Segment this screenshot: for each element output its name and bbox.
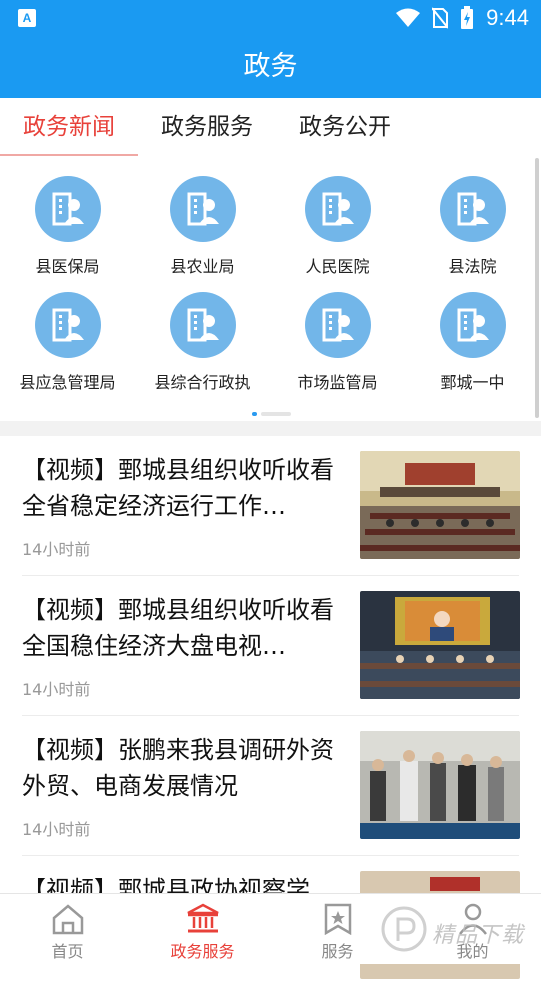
watermark-logo-icon [381, 906, 427, 952]
tab-gov-news[interactable]: 政务新闻 [0, 98, 138, 154]
dept-item[interactable]: 人民医院 [270, 176, 405, 277]
news-title: 【视频】鄄城县组织收听收看全省稳定经济运行工作… [22, 456, 334, 520]
dept-item[interactable]: 县农业局 [135, 176, 270, 277]
news-title: 【视频】张鹏来我县调研外资外贸、电商发展情况 [22, 736, 334, 800]
app-notification-icon: A [18, 9, 36, 27]
no-sim-icon [432, 7, 449, 29]
page-title: 政务 [0, 36, 541, 98]
nav-label: 首页 [51, 942, 84, 961]
news-time: 14小时前 [22, 540, 91, 559]
nav-home[interactable]: 首页 [0, 894, 135, 964]
tab-gov-services[interactable]: 政务服务 [138, 98, 276, 154]
news-time: 14小时前 [22, 680, 91, 699]
department-icon [169, 176, 236, 242]
status-time: 9:44 [486, 5, 529, 30]
nav-label: 政务服务 [170, 942, 235, 961]
dept-item[interactable]: 鄄城一中 [405, 292, 540, 393]
department-icon [304, 176, 371, 242]
tab-gov-public[interactable]: 政务公开 [276, 98, 414, 154]
dept-item[interactable]: 县医保局 [0, 176, 135, 277]
department-icon [304, 292, 371, 358]
department-icon [439, 292, 506, 358]
dept-item[interactable]: 市场监管局 [270, 292, 405, 393]
dept-label: 鄄城一中 [440, 373, 505, 392]
page-indicator [252, 412, 292, 416]
watermark: 精品下载 [380, 903, 540, 959]
home-icon [52, 904, 83, 935]
dept-item[interactable]: 县综合行政执 [135, 292, 270, 393]
dept-label: 人民医院 [305, 257, 370, 276]
tab-bar: 政务新闻 政务服务 政务公开 [0, 98, 541, 156]
dept-label: 县法院 [448, 257, 497, 276]
news-item[interactable]: 【视频】张鹏来我县调研外资外贸、电商发展情况 14小时前 [0, 716, 541, 856]
news-thumbnail [360, 451, 520, 559]
government-building-icon [186, 903, 219, 933]
department-icon [34, 292, 101, 358]
department-icon [34, 176, 101, 242]
news-time: 14小时前 [22, 820, 91, 839]
page-indicator-active [252, 412, 257, 416]
dept-item[interactable]: 县法院 [405, 176, 540, 277]
section-divider [0, 421, 541, 436]
wifi-icon [396, 8, 421, 27]
status-bar: A 9:44 [0, 0, 541, 36]
dept-item[interactable]: 县应急管理局 [0, 292, 135, 393]
department-icon [169, 292, 236, 358]
star-bookmark-icon [324, 903, 351, 935]
department-grid: 县医保局 县农业局 人民医院 县法院 县应急管理局 县综合行政执 市场监管局 鄄… [0, 162, 541, 420]
dept-label: 县综合行政执 [154, 373, 251, 392]
dept-label: 市场监管局 [297, 373, 378, 392]
news-item[interactable]: 【视频】鄄城县组织收听收看全省稳定经济运行工作… 14小时前 [0, 436, 541, 576]
news-item[interactable]: 【视频】鄄城县组织收听收看全国稳住经济大盘电视… 14小时前 [0, 576, 541, 716]
page-indicator-track [261, 412, 291, 416]
dept-label: 县医保局 [35, 257, 100, 276]
dept-label: 县农业局 [170, 257, 235, 276]
scrollbar[interactable] [535, 158, 539, 418]
news-title: 【视频】鄄城县组织收听收看全国稳住经济大盘电视… [22, 596, 334, 660]
active-tab-indicator [0, 154, 138, 156]
watermark-text: 精品下载 [432, 923, 525, 948]
news-thumbnail [360, 591, 520, 699]
department-icon [439, 176, 506, 242]
dept-label: 县应急管理局 [19, 373, 116, 392]
nav-gov-services[interactable]: 政务服务 [135, 894, 270, 964]
news-thumbnail [360, 731, 520, 839]
battery-charging-icon [461, 6, 474, 29]
